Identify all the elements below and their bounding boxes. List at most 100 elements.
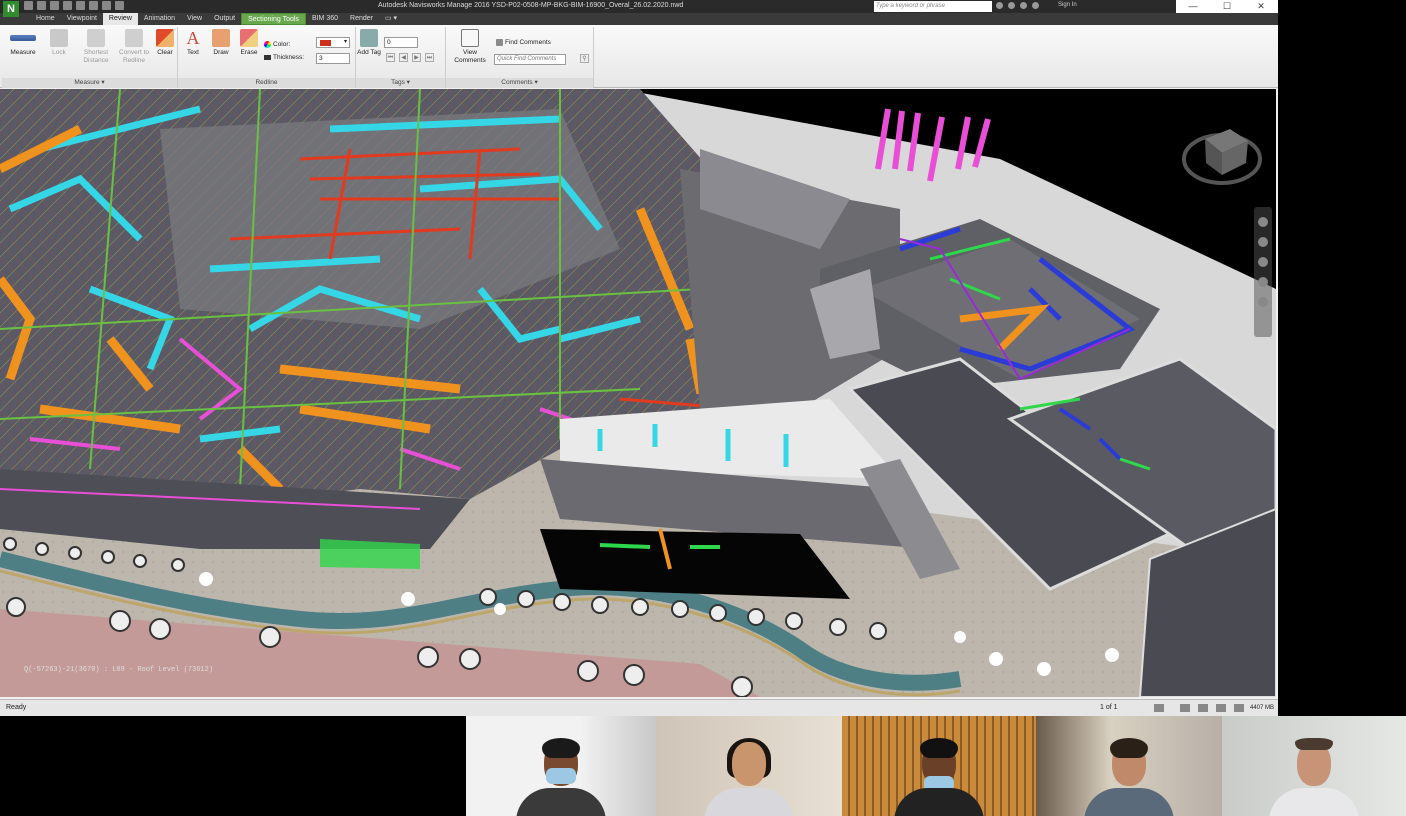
eraser-icon	[240, 29, 258, 47]
undo-icon[interactable]	[76, 1, 85, 10]
tab-bim360[interactable]: BIM 360	[306, 13, 344, 25]
screen-share-margin	[1278, 0, 1406, 716]
redline-panel-title: Redline	[178, 78, 355, 88]
steering-wheel-icon[interactable]	[1258, 217, 1268, 227]
new-file-icon[interactable]	[24, 1, 33, 10]
add-tag-label: Add Tag	[357, 49, 381, 56]
select-icon[interactable]	[115, 1, 124, 10]
thickness-spinner[interactable]: 3	[316, 53, 350, 64]
tab-render[interactable]: Render	[344, 13, 379, 25]
subscription-icon[interactable]	[1008, 2, 1015, 9]
tab-sectioning-tools[interactable]: Sectioning Tools	[241, 13, 306, 25]
close-button[interactable]: ✕	[1244, 0, 1278, 13]
pan-hand-icon[interactable]	[1258, 237, 1268, 247]
participant-avatar	[704, 732, 794, 816]
tags-panel-title[interactable]: Tags ▾	[356, 78, 445, 88]
save-icon[interactable]	[50, 1, 59, 10]
shortest-distance-label: Shortest Distance	[83, 49, 109, 64]
convert-redline-icon	[125, 29, 143, 47]
clear-label: Clear	[157, 49, 173, 56]
measure-button[interactable]: Measure	[6, 29, 40, 57]
redo-icon[interactable]	[89, 1, 98, 10]
color-swatch	[320, 40, 331, 46]
erase-label: Erase	[240, 49, 258, 56]
maximize-button[interactable]: ☐	[1210, 0, 1244, 13]
lock-label: Lock	[52, 49, 66, 56]
performance-pencil-icon[interactable]	[1180, 704, 1190, 712]
convert-to-redline-button[interactable]: Convert to Redline	[116, 29, 152, 65]
view-comments-label: View Comments	[454, 49, 486, 64]
last-tag-icon[interactable]: ⏭	[425, 53, 434, 62]
measure-panel: Measure Lock Shortest Distance Convert t…	[2, 27, 178, 88]
disk-icon[interactable]	[1198, 704, 1208, 712]
color-wheel-icon	[264, 41, 271, 48]
first-tag-icon[interactable]: ⏮	[386, 53, 395, 62]
ribbon-options-icon[interactable]: ▭ ▾	[379, 13, 403, 25]
text-redline-button[interactable]: A Text	[180, 29, 206, 57]
sheet-browser-icon[interactable]	[1154, 704, 1164, 712]
memory-usage: 4407 MB	[1250, 705, 1275, 711]
bim-model-render	[0, 89, 1276, 697]
next-tag-icon[interactable]: ▶	[412, 53, 421, 62]
minimize-button[interactable]: —	[1176, 0, 1210, 13]
quick-find-search-icon[interactable]: ⚲	[580, 54, 589, 63]
cloud-draw-icon	[212, 29, 230, 47]
add-tag-button[interactable]: Add Tag	[356, 29, 382, 57]
ribbon-tab-bar: Home Viewpoint Review Animation View Out…	[0, 13, 1278, 25]
clear-measure-button[interactable]: Clear	[152, 29, 178, 57]
find-comments-button[interactable]: Find Comments	[496, 39, 551, 46]
comments-panel-title[interactable]: Comments ▾	[446, 78, 593, 88]
lock-button[interactable]: Lock	[46, 29, 72, 57]
convert-to-redline-label: Convert to Redline	[119, 49, 149, 64]
tab-animation[interactable]: Animation	[138, 13, 181, 25]
user-icon[interactable]	[1032, 2, 1039, 9]
title-bar: N Autodesk Navisworks Manage 2016 YSD-P0…	[0, 0, 1278, 17]
erase-redline-button[interactable]: Erase	[236, 29, 262, 57]
tags-panel: Add Tag 0 ⏮ ◀ ▶ ⏭ Tags ▾	[356, 27, 446, 88]
participant-video-3[interactable]	[842, 716, 1036, 816]
tab-review[interactable]: Review	[102, 13, 138, 25]
tab-home[interactable]: Home	[30, 13, 61, 25]
measure-label: Measure	[10, 49, 36, 56]
previous-tag-icon[interactable]: ◀	[399, 53, 408, 62]
view-comments-button[interactable]: View Comments	[450, 29, 490, 65]
participant-video-1[interactable]	[466, 716, 656, 816]
tab-view[interactable]: View	[181, 13, 208, 25]
page-indicator: 1 of 1	[1100, 704, 1118, 711]
tag-id-spinner[interactable]: 0	[384, 37, 418, 48]
print-icon[interactable]	[63, 1, 72, 10]
web-server-icon[interactable]	[1216, 704, 1226, 712]
tab-output[interactable]: Output	[208, 13, 241, 25]
measure-panel-title[interactable]: Measure ▾	[2, 78, 177, 88]
help-search-input[interactable]: Type a keyword or phrase	[874, 1, 992, 12]
status-text: Ready	[6, 704, 27, 711]
comments-panel: View Comments Find Comments Quick Find C…	[446, 27, 594, 88]
tab-viewpoint[interactable]: Viewpoint	[61, 13, 103, 25]
text-a-icon: A	[186, 28, 200, 48]
tag-icon	[360, 29, 378, 47]
viewcube-icon[interactable]	[1190, 117, 1260, 187]
participant-video-4[interactable]	[1036, 716, 1222, 816]
look-icon[interactable]	[1258, 297, 1268, 307]
participant-video-2[interactable]	[656, 716, 842, 816]
orbit-icon[interactable]	[1258, 277, 1268, 287]
star-icon[interactable]	[1020, 2, 1027, 9]
app-logo-icon[interactable]: N	[3, 1, 19, 17]
sign-in-link[interactable]: Sign In	[1058, 2, 1077, 8]
clear-icon	[156, 29, 174, 47]
participant-video-5[interactable]	[1222, 716, 1406, 816]
shortest-distance-button[interactable]: Shortest Distance	[78, 29, 114, 65]
navisworks-window: N Autodesk Navisworks Manage 2016 YSD-P0…	[0, 0, 1278, 716]
memory-icon[interactable]	[1234, 704, 1244, 712]
draw-redline-button[interactable]: Draw	[208, 29, 234, 57]
open-file-icon[interactable]	[37, 1, 46, 10]
3d-viewport[interactable]: Q(-57263)-21(3670) : L08 - Roof Level (7…	[0, 89, 1276, 697]
refresh-icon[interactable]	[102, 1, 111, 10]
ribbon: Measure Lock Shortest Distance Convert t…	[0, 25, 1278, 88]
quick-find-comments-input[interactable]: Quick Find Comments	[494, 54, 566, 65]
zoom-icon[interactable]	[1258, 257, 1268, 267]
color-row: Color:	[264, 41, 290, 48]
ruler-icon	[10, 35, 36, 41]
color-dropdown[interactable]: ▾	[316, 37, 350, 48]
binoculars-icon[interactable]	[996, 2, 1003, 9]
